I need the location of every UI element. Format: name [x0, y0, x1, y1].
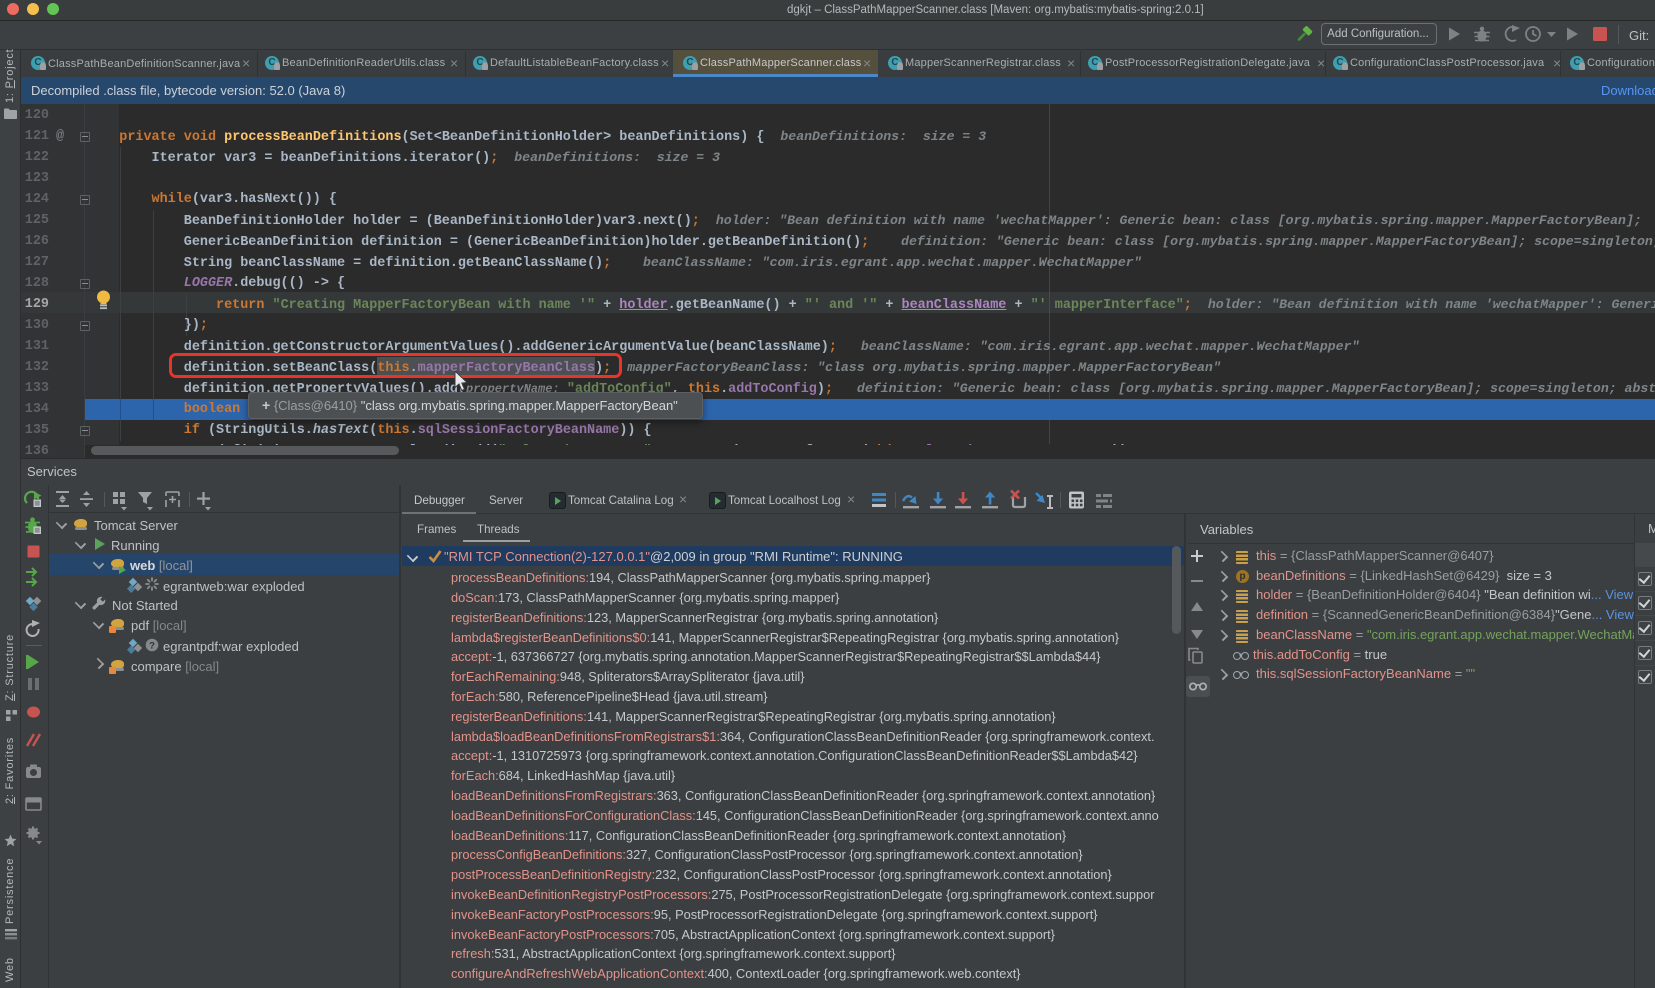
svg-text:?: ? — [149, 641, 155, 652]
